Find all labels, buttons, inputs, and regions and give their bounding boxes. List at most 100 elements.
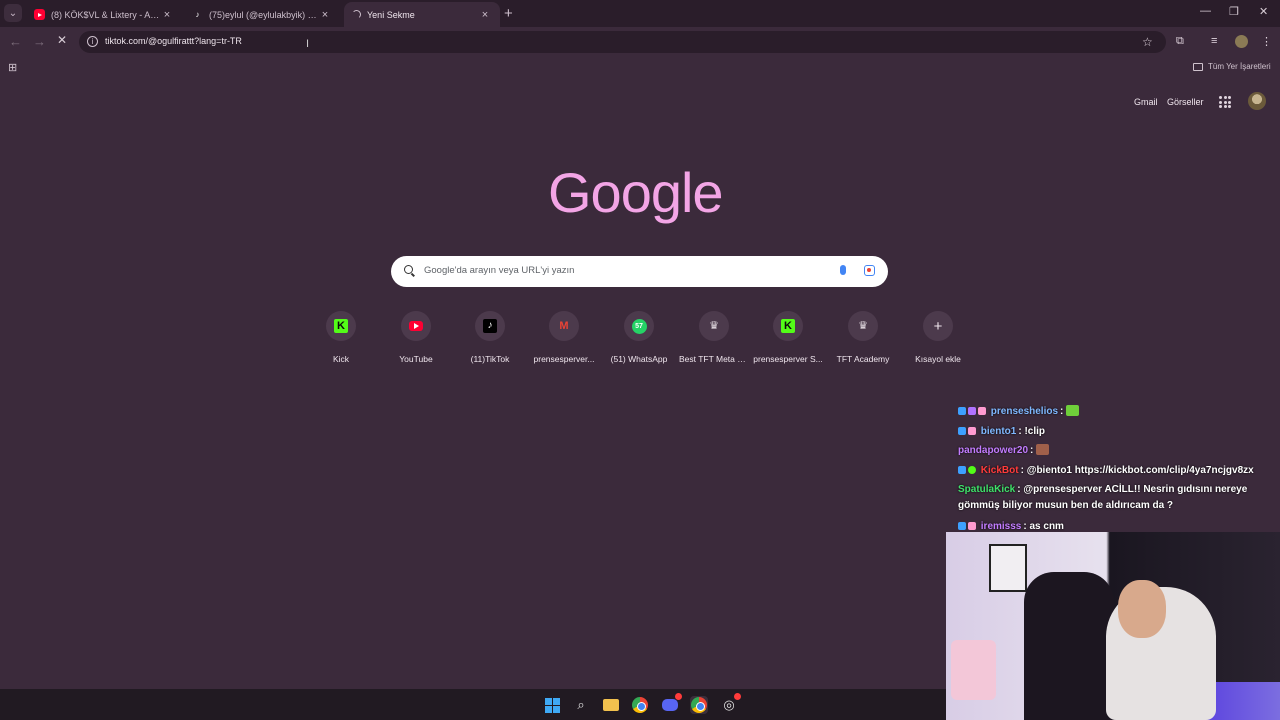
shortcut-label: prensesperver... — [533, 354, 595, 364]
shortcut-add[interactable]: + Kısayol ekle — [903, 311, 973, 364]
search-icon[interactable]: ⌕ — [572, 696, 590, 714]
emote-icon — [1036, 444, 1050, 455]
google-apps-icon[interactable] — [1219, 96, 1231, 108]
youtube-icon — [409, 321, 423, 331]
badge-icon — [978, 407, 986, 415]
bookmark-star-icon[interactable]: ☆ — [1142, 35, 1153, 49]
shortcut-youtube[interactable]: YouTube — [381, 311, 451, 364]
shortcut-tft-meta[interactable]: ♛ Best TFT Meta C... — [679, 311, 749, 364]
app-icon[interactable]: ◎ — [720, 693, 741, 714]
gaming-chair — [1024, 572, 1114, 720]
site-info-icon[interactable]: i — [87, 36, 98, 47]
address-bar[interactable]: i tiktok.com/@ogulfirattt?lang=tr-TR — [79, 31, 1166, 53]
forward-icon[interactable]: → — [33, 34, 46, 49]
stop-icon[interactable]: ✕ — [57, 34, 68, 46]
shortcut-gmail[interactable]: M prensesperver... — [529, 311, 599, 364]
extensions-icon[interactable]: ⧉ — [1176, 35, 1184, 48]
gmail-icon: M — [559, 320, 569, 332]
media-controls-icon[interactable]: ≡ — [1211, 35, 1217, 47]
restore-icon[interactable]: ❐ — [1229, 5, 1239, 18]
badge-icon — [958, 465, 966, 474]
shortcut-label: (11)TikTok — [470, 354, 510, 364]
text-cursor-icon: I — [306, 38, 310, 50]
google-lens-icon[interactable] — [864, 265, 875, 276]
shortcut-label: (51) WhatsApp — [610, 354, 668, 364]
whatsapp-icon: 57 — [631, 318, 647, 334]
close-icon[interactable]: × — [478, 9, 492, 21]
images-link[interactable]: Görseller — [1167, 97, 1204, 107]
shortcut-label: prensesperver S... — [753, 354, 823, 364]
stream-chat-overlay: prenseshelios: biento1: !clip pandapower… — [958, 402, 1276, 537]
badge-icon — [958, 426, 966, 435]
tab-search-icon[interactable]: ⌄ — [4, 4, 22, 22]
new-tab-button[interactable]: + — [504, 5, 513, 22]
verified-icon — [968, 465, 976, 474]
tab-youtube[interactable]: (8) KÖK$VL & Lixtery - Aşın Tar × — [26, 2, 182, 27]
chat-username: KickBot — [980, 464, 1019, 476]
chat-message: SpatulaKick: @prensesperver ACİLL!! Nesr… — [958, 484, 1248, 511]
chrome-active-icon[interactable] — [690, 696, 708, 714]
shortcut-kick-2[interactable]: K prensesperver S... — [753, 311, 823, 364]
folder-icon — [1193, 62, 1203, 71]
google-account-avatar[interactable] — [1248, 92, 1266, 110]
kick-icon: K — [781, 319, 795, 333]
loading-icon — [352, 10, 361, 19]
back-icon[interactable]: ← — [9, 34, 22, 49]
tiktok-icon: ♪ — [195, 10, 200, 19]
kick-icon: K — [334, 319, 348, 333]
chat-username: prenseshelios — [990, 406, 1059, 417]
google-logo: Google — [548, 161, 724, 224]
close-icon[interactable]: × — [160, 9, 174, 21]
search-input[interactable] — [424, 265, 814, 276]
badge-icon — [968, 407, 976, 415]
microphone-icon[interactable] — [840, 265, 846, 275]
shortcut-tiktok[interactable]: ♪ (11)TikTok — [455, 311, 525, 364]
chat-username: SpatulaKick — [958, 484, 1016, 495]
all-bookmarks-label: Tüm Yer İşaretleri — [1208, 62, 1271, 71]
tiktok-icon: ♪ — [483, 319, 497, 333]
chat-text: @biento1 https://kickbot.com/clip/4ya7nc… — [1026, 464, 1254, 476]
shortcut-tft-academy[interactable]: ♛ TFT Academy — [828, 311, 898, 364]
apps-grid-icon[interactable]: ⊞ — [8, 61, 17, 74]
chrome-icon[interactable] — [631, 696, 649, 714]
badge-icon — [958, 407, 966, 415]
tab-title: (75)eylul (@eylulakbyik) | TikTok — [209, 9, 318, 20]
close-icon[interactable]: × — [318, 9, 332, 21]
tab-title: Yeni Sekme — [367, 9, 415, 20]
chat-username: pandapower20 — [958, 445, 1029, 456]
shortcut-whatsapp[interactable]: 57 (51) WhatsApp — [604, 311, 674, 364]
chat-username: biento1 — [980, 425, 1017, 437]
windows-start-icon[interactable] — [543, 696, 561, 714]
shortcut-kick[interactable]: K Kick — [306, 311, 376, 364]
shortcut-label: TFT Academy — [836, 354, 890, 364]
shortcut-label: Best TFT Meta C... — [679, 354, 749, 364]
chat-text: as cnm — [1029, 521, 1064, 532]
tab-new[interactable]: Yeni Sekme × — [344, 2, 500, 27]
profile-avatar[interactable] — [1235, 35, 1248, 48]
gmail-link[interactable]: Gmail — [1134, 97, 1158, 107]
tab-tiktok[interactable]: ♪ (75)eylul (@eylulakbyik) | TikTok × — [184, 2, 340, 27]
close-window-icon[interactable]: ✕ — [1259, 5, 1268, 18]
shortcut-label: Kick — [332, 354, 350, 364]
badge-icon — [958, 522, 966, 530]
streamer-head — [1118, 580, 1166, 638]
badge-icon — [968, 426, 976, 435]
file-explorer-icon[interactable] — [602, 696, 620, 714]
browser-toolbar: ← → ✕ i tiktok.com/@ogulfirattt?lang=tr-… — [0, 27, 1280, 56]
emote-icon — [1066, 405, 1080, 416]
url-text[interactable]: tiktok.com/@ogulfirattt?lang=tr-TR — [105, 36, 242, 46]
chat-message: biento1: !clip — [958, 422, 1276, 442]
youtube-icon — [34, 9, 45, 20]
menu-icon[interactable]: ⋮ — [1261, 35, 1272, 48]
chat-text: !clip — [1024, 425, 1046, 437]
shortcut-label: YouTube — [399, 354, 433, 364]
search-icon — [404, 265, 413, 274]
discord-icon[interactable] — [661, 693, 682, 714]
minimize-icon[interactable]: — — [1200, 5, 1211, 17]
chat-message: pandapower20: — [958, 441, 1276, 461]
chat-username: iremisss — [980, 521, 1022, 532]
shortcut-label: Kısayol ekle — [915, 354, 961, 364]
tft-icon: ♛ — [858, 320, 868, 332]
all-bookmarks-button[interactable]: Tüm Yer İşaretleri — [1193, 62, 1271, 71]
search-box[interactable] — [391, 256, 888, 287]
